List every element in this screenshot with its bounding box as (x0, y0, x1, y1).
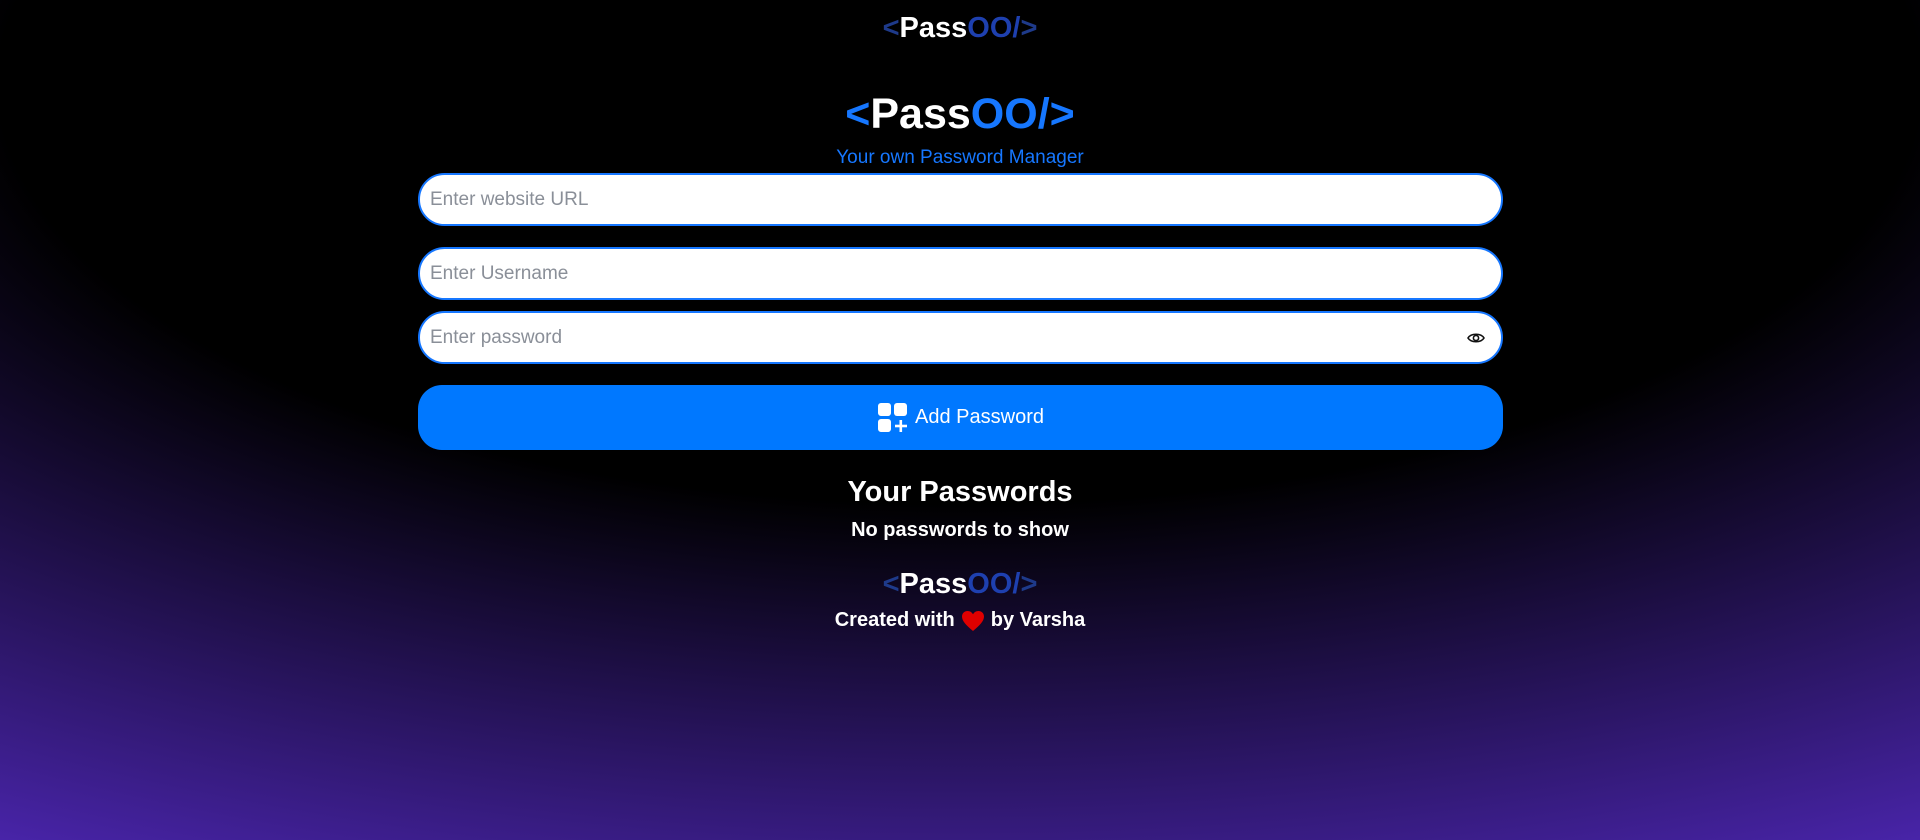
credit-prefix: Created with (834, 609, 955, 631)
logo-bracket-close: > (1049, 90, 1075, 138)
logo-pass-text: Pass (899, 12, 968, 44)
heart-icon (961, 610, 985, 632)
footer-logo: <PassOO/> (0, 568, 1920, 601)
credit-suffix: by Varsha (990, 609, 1086, 631)
password-field-wrapper (418, 311, 1503, 364)
add-password-label: Add Password (915, 406, 1044, 428)
logo-bracket-close: > (1020, 12, 1038, 44)
logo-pass-text: Pass (899, 568, 968, 600)
logo-oo-text: OO/ (967, 568, 1021, 600)
username-field-wrapper (418, 247, 1503, 300)
eye-icon[interactable] (1465, 328, 1487, 348)
password-input[interactable] (420, 313, 1501, 362)
logo-bracket-open: < (882, 12, 900, 44)
logo-oo-text: OO/ (967, 12, 1021, 44)
logo-pass-text: Pass (870, 90, 971, 138)
tagline: Your own Password Manager (836, 147, 1084, 168)
passwords-heading: Your Passwords (847, 476, 1073, 508)
navbar-logo: <PassOO/> (0, 12, 1920, 45)
footer-credit: Created with by Varsha (0, 609, 1920, 632)
logo-bracket-open: < (882, 568, 900, 600)
hero-logo: <PassOO/> (0, 90, 1920, 139)
username-input[interactable] (420, 249, 1501, 298)
website-url-input[interactable] (420, 175, 1501, 224)
add-grid-icon (877, 402, 909, 434)
empty-passwords-message: No passwords to show (851, 519, 1069, 541)
add-password-button[interactable]: Add Password (418, 385, 1503, 450)
logo-oo-text: OO/ (970, 90, 1050, 138)
url-field-wrapper (418, 173, 1503, 226)
logo-bracket-open: < (845, 90, 871, 138)
logo-bracket-close: > (1020, 568, 1038, 600)
